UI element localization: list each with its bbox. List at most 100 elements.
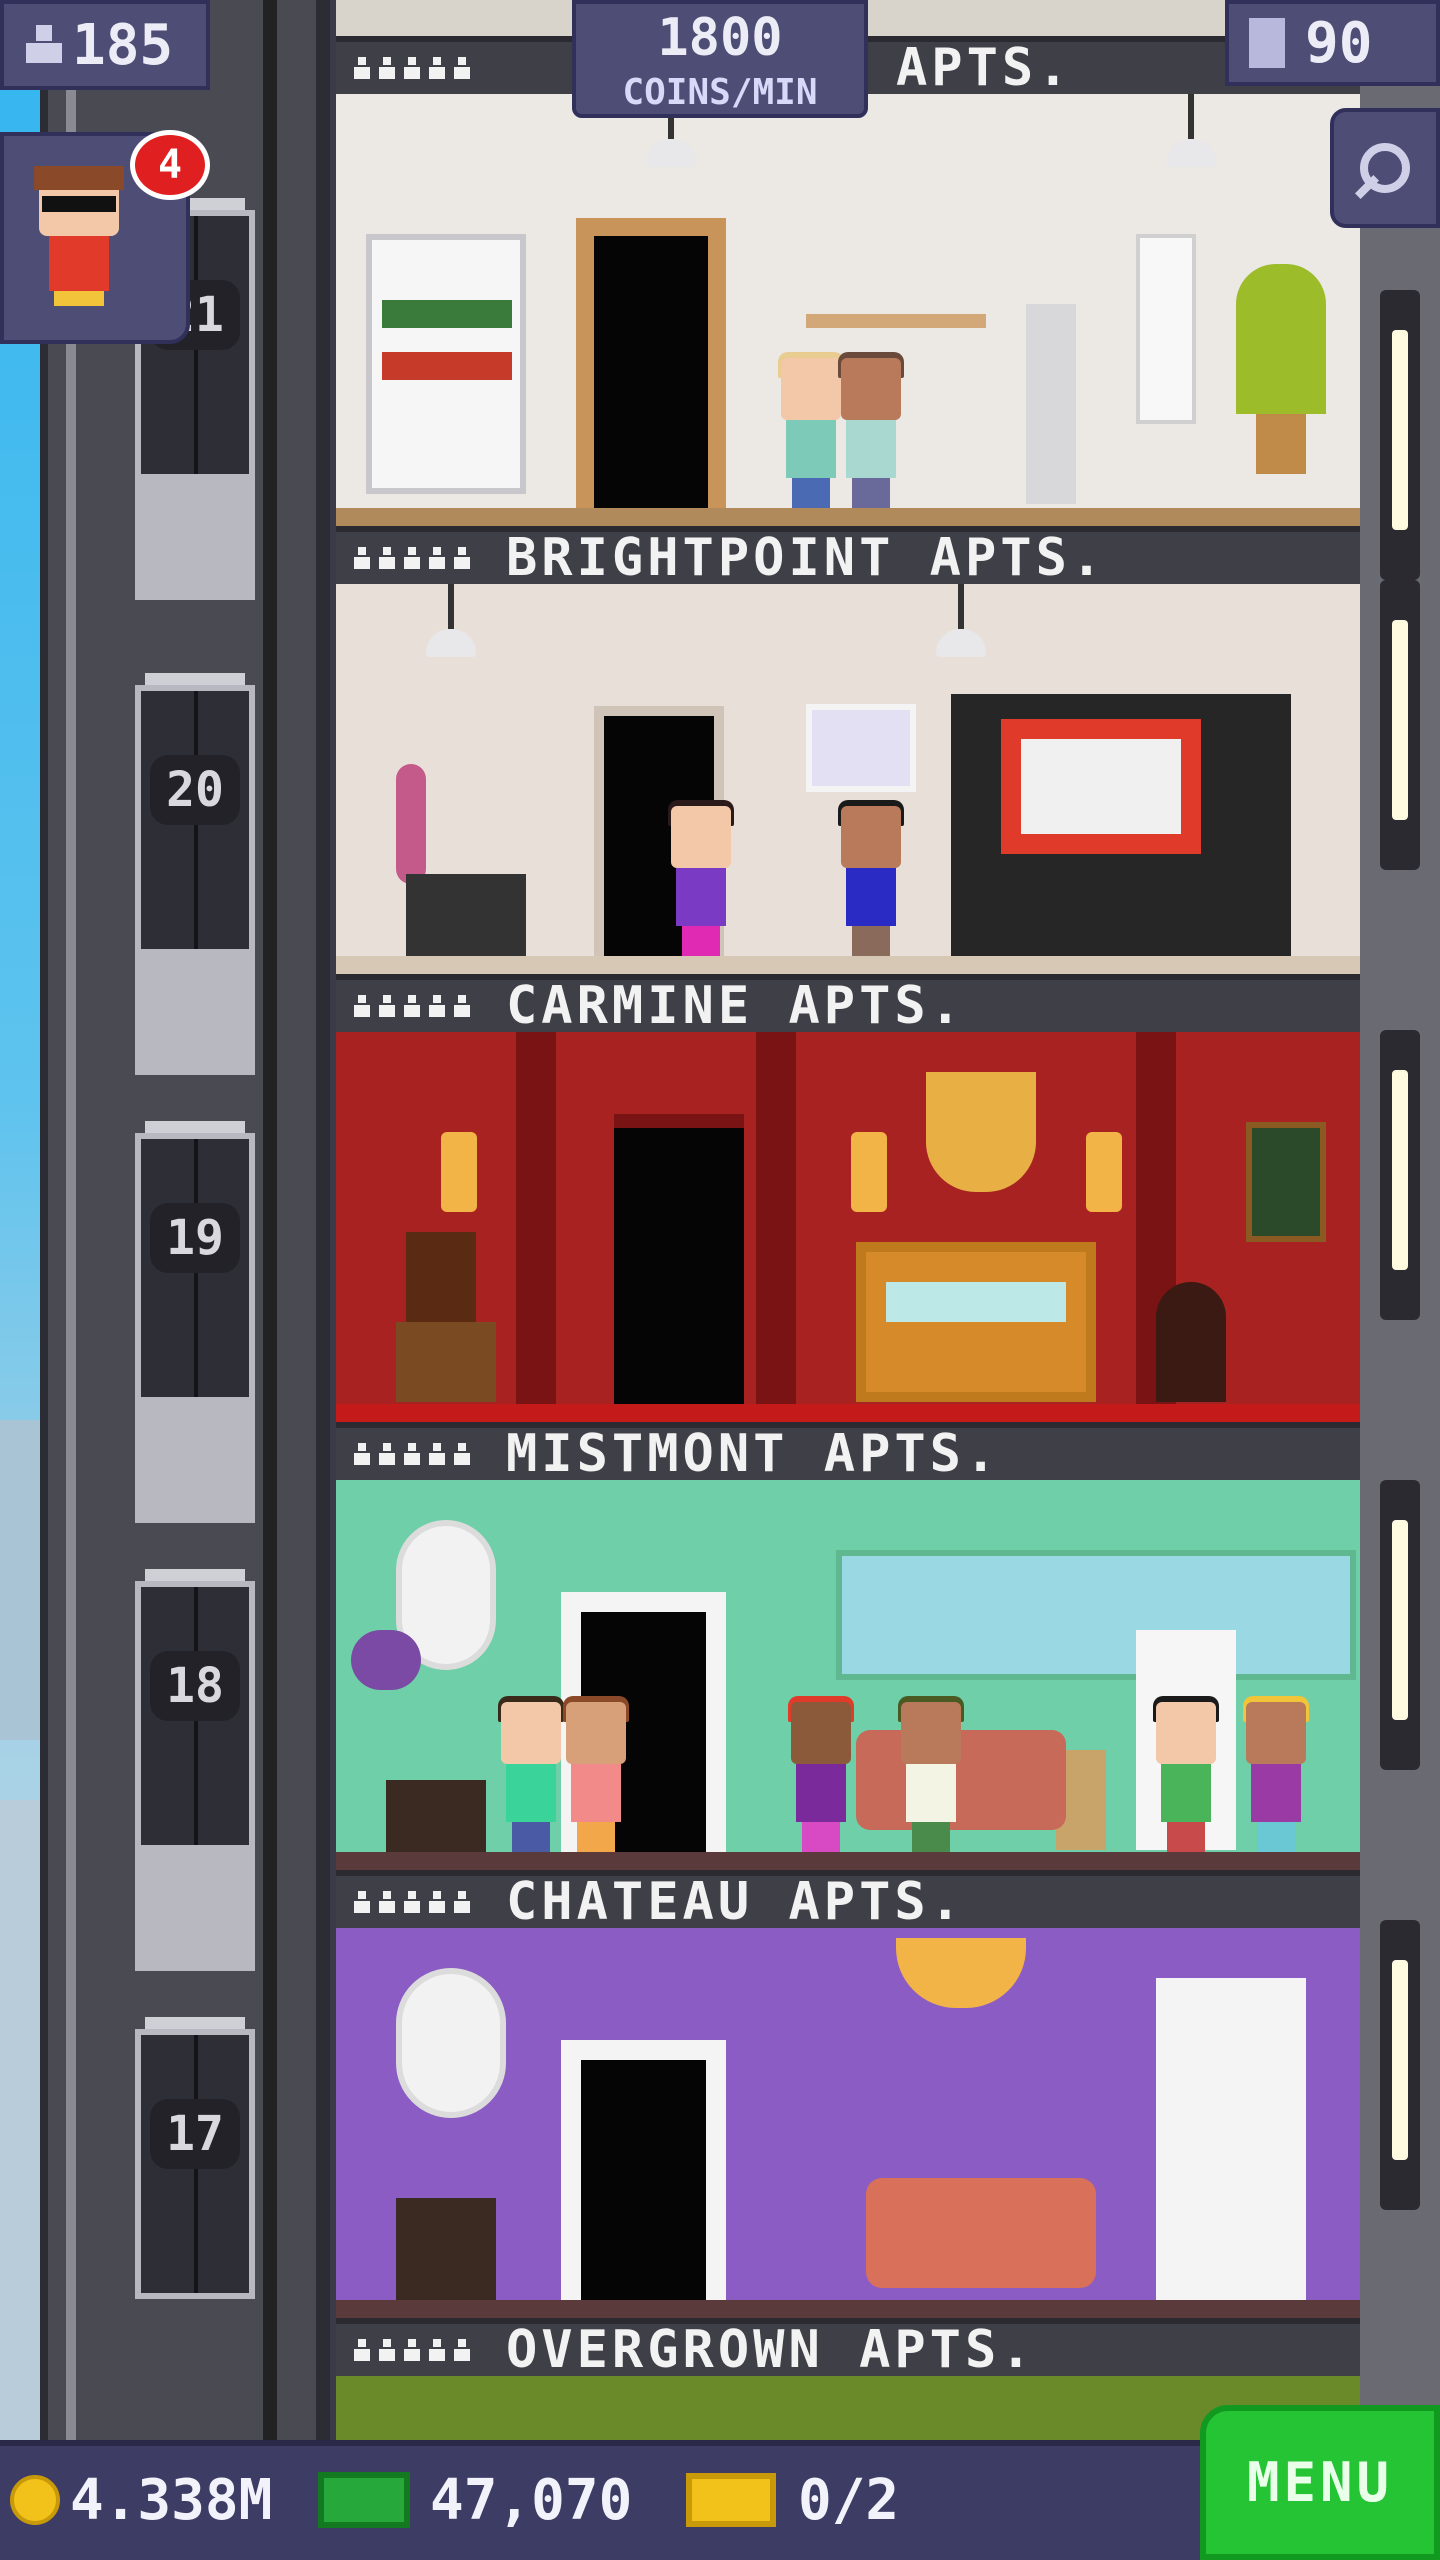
wall-painting bbox=[1246, 1122, 1326, 1242]
doorway[interactable] bbox=[576, 218, 726, 508]
tickets-value: 0/2 bbox=[798, 2467, 900, 2533]
floors-icon bbox=[1249, 18, 1285, 68]
potted-plant bbox=[1236, 264, 1326, 414]
chandelier bbox=[926, 1072, 1036, 1192]
floor-name: BRIGHTPOINT APTS. bbox=[506, 528, 1107, 588]
coin-icon bbox=[10, 2475, 60, 2525]
floors-counter[interactable]: 90 bbox=[1225, 0, 1440, 86]
floor-mistmont[interactable]: MISTMONT APTS. bbox=[336, 1032, 1360, 1484]
resident-icons bbox=[354, 2339, 470, 2361]
elevator-floor-number: 17 bbox=[150, 2099, 240, 2169]
search-button[interactable] bbox=[1330, 108, 1440, 228]
resident[interactable] bbox=[1241, 1696, 1311, 1852]
column bbox=[516, 1032, 556, 1404]
cabinet bbox=[1156, 1978, 1306, 2300]
hanging-plant bbox=[351, 1630, 421, 1690]
wall-sconce bbox=[851, 1132, 887, 1212]
tower-window bbox=[1380, 1030, 1420, 1320]
floor-name: APTS. bbox=[896, 38, 1073, 98]
doorway[interactable] bbox=[561, 2040, 726, 2300]
elevator-stop[interactable]: 17 bbox=[135, 1999, 255, 2419]
room-interior bbox=[336, 1928, 1360, 2318]
coins-rate-unit: COINS/MIN bbox=[622, 72, 818, 113]
elevator-stop[interactable]: 19 bbox=[135, 1103, 255, 1523]
table-lamp bbox=[406, 1232, 476, 1322]
coins-rate-panel: 1800 COINS/MIN bbox=[572, 0, 868, 118]
tower-window bbox=[1380, 1920, 1420, 2210]
nightstand bbox=[396, 1322, 496, 1402]
distant-building bbox=[0, 1800, 40, 2440]
tower-window bbox=[1380, 580, 1420, 870]
ceiling-lamp bbox=[426, 584, 476, 669]
notification-badge: 4 bbox=[130, 130, 210, 200]
floor-name-bar: CHATEAU APTS. bbox=[336, 1870, 1360, 1932]
coins-rate-value: 1800 bbox=[657, 8, 783, 68]
elevator-floor-number: 20 bbox=[150, 755, 240, 825]
floor-overgrown[interactable]: OVERGROWN APTS. bbox=[336, 1928, 1360, 2380]
ceiling-lamp bbox=[1166, 94, 1216, 179]
tower-window bbox=[1380, 1480, 1420, 1770]
resident-icons bbox=[354, 57, 470, 79]
resident[interactable] bbox=[1151, 1696, 1221, 1852]
floor-name: OVERGROWN APTS. bbox=[506, 2320, 1036, 2380]
shaft-rail bbox=[263, 0, 277, 2440]
resident[interactable] bbox=[786, 1696, 856, 1852]
bux-balance[interactable]: 47,070 bbox=[318, 2467, 633, 2533]
resident[interactable] bbox=[561, 1696, 631, 1852]
wall-mirror bbox=[396, 1968, 506, 2118]
room-interior bbox=[336, 1032, 1360, 1422]
column bbox=[756, 1032, 796, 1404]
floor-name-bar: BRIGHTPOINT APTS. bbox=[336, 526, 1360, 588]
chandelier bbox=[896, 1938, 1026, 2008]
coins-balance[interactable]: 4.338M bbox=[10, 2467, 273, 2533]
population-counter[interactable]: 185 bbox=[0, 0, 210, 90]
tv-cabinet bbox=[951, 694, 1291, 956]
menu-button[interactable]: MENU bbox=[1200, 2405, 1440, 2560]
elevator-stop[interactable]: 20 bbox=[135, 655, 255, 1075]
floor-name-bar: CARMINE APTS. bbox=[336, 974, 1360, 1036]
resident-icons bbox=[354, 995, 470, 1017]
resident[interactable] bbox=[496, 1696, 566, 1852]
population-value: 185 bbox=[72, 12, 174, 78]
wall-shelf bbox=[806, 314, 986, 328]
resident[interactable] bbox=[666, 800, 736, 956]
tickets-balance[interactable]: 0/2 bbox=[686, 2467, 900, 2533]
bux-icon bbox=[318, 2472, 410, 2528]
floors-count: 90 bbox=[1305, 10, 1373, 76]
window-blind bbox=[1136, 234, 1196, 424]
bux-value: 47,070 bbox=[430, 2467, 633, 2533]
population-icon bbox=[24, 25, 64, 65]
notification-avatar-button[interactable]: 4 bbox=[0, 130, 210, 344]
floor-lamp bbox=[1026, 304, 1076, 504]
floor-chateau[interactable]: CHATEAU APTS. bbox=[336, 1480, 1360, 1932]
doorway[interactable] bbox=[614, 1114, 744, 1404]
room-interior bbox=[336, 1480, 1360, 1870]
wall-sconce bbox=[1086, 1132, 1122, 1212]
tv-screen bbox=[1001, 719, 1201, 854]
resident[interactable] bbox=[836, 352, 906, 508]
elevator-floor-number: 18 bbox=[150, 1651, 240, 1721]
floor-brightpoint[interactable]: BRIGHTPOINT APTS. bbox=[336, 94, 1360, 588]
avatar bbox=[34, 166, 124, 306]
bistro-table bbox=[406, 874, 526, 956]
floor-carmine[interactable]: CARMINE APTS. bbox=[336, 584, 1360, 1036]
distant-building bbox=[0, 1420, 40, 1740]
bookshelf bbox=[366, 234, 526, 494]
coins-value: 4.338M bbox=[70, 2467, 273, 2533]
resident-icons bbox=[354, 1443, 470, 1465]
elevator-stop[interactable]: 18 bbox=[135, 1551, 255, 1971]
flower-vase bbox=[396, 764, 426, 884]
room-interior bbox=[336, 94, 1360, 526]
floor-name-bar: OVERGROWN APTS. bbox=[336, 2318, 1360, 2380]
room-interior bbox=[336, 584, 1360, 974]
side-table bbox=[386, 1780, 486, 1852]
floor-name: MISTMONT APTS. bbox=[506, 1424, 1001, 1484]
plant-pot bbox=[1256, 414, 1306, 474]
resident-icons bbox=[354, 547, 470, 569]
floor-name: CARMINE APTS. bbox=[506, 976, 965, 1036]
resident[interactable] bbox=[896, 1696, 966, 1852]
resident[interactable] bbox=[836, 800, 906, 956]
window bbox=[836, 1550, 1356, 1680]
wall-sconce bbox=[441, 1132, 477, 1212]
bed bbox=[856, 1242, 1096, 1402]
